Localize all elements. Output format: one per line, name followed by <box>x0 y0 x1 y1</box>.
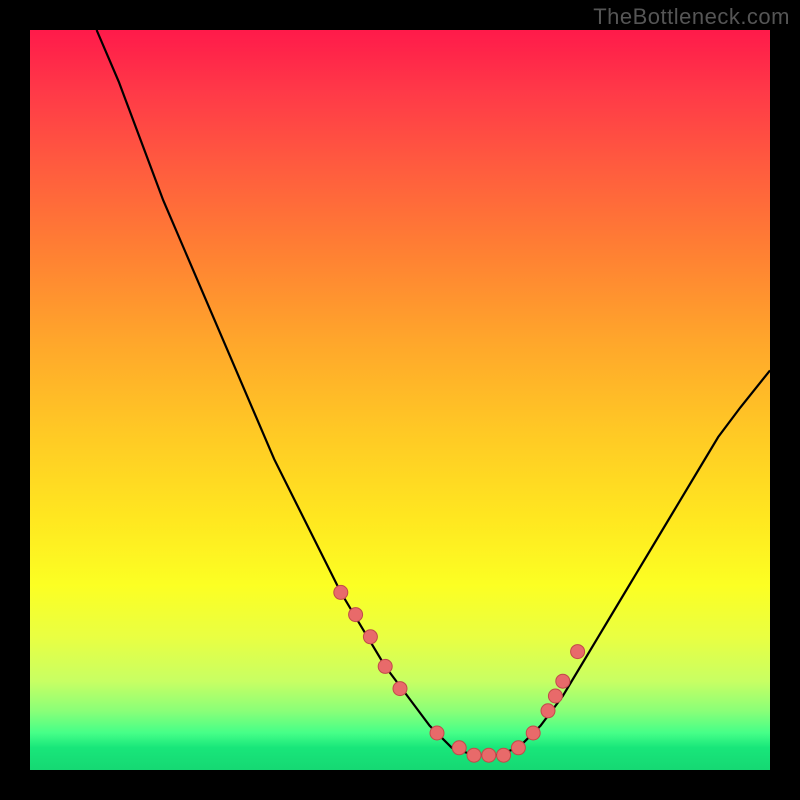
data-point <box>526 726 540 740</box>
marked-points-group <box>334 585 585 762</box>
chart-svg <box>30 30 770 770</box>
data-point <box>467 748 481 762</box>
data-point <box>430 726 444 740</box>
data-point <box>571 645 585 659</box>
data-point <box>363 630 377 644</box>
bottleneck-curve <box>97 30 770 755</box>
data-point <box>548 689 562 703</box>
data-point <box>393 682 407 696</box>
data-point <box>378 659 392 673</box>
data-point <box>511 741 525 755</box>
plot-area <box>30 30 770 770</box>
data-point <box>482 748 496 762</box>
data-point <box>497 748 511 762</box>
data-point <box>541 704 555 718</box>
data-point <box>556 674 570 688</box>
data-point <box>334 585 348 599</box>
data-point <box>349 608 363 622</box>
watermark-text: TheBottleneck.com <box>593 4 790 30</box>
data-point <box>452 741 466 755</box>
